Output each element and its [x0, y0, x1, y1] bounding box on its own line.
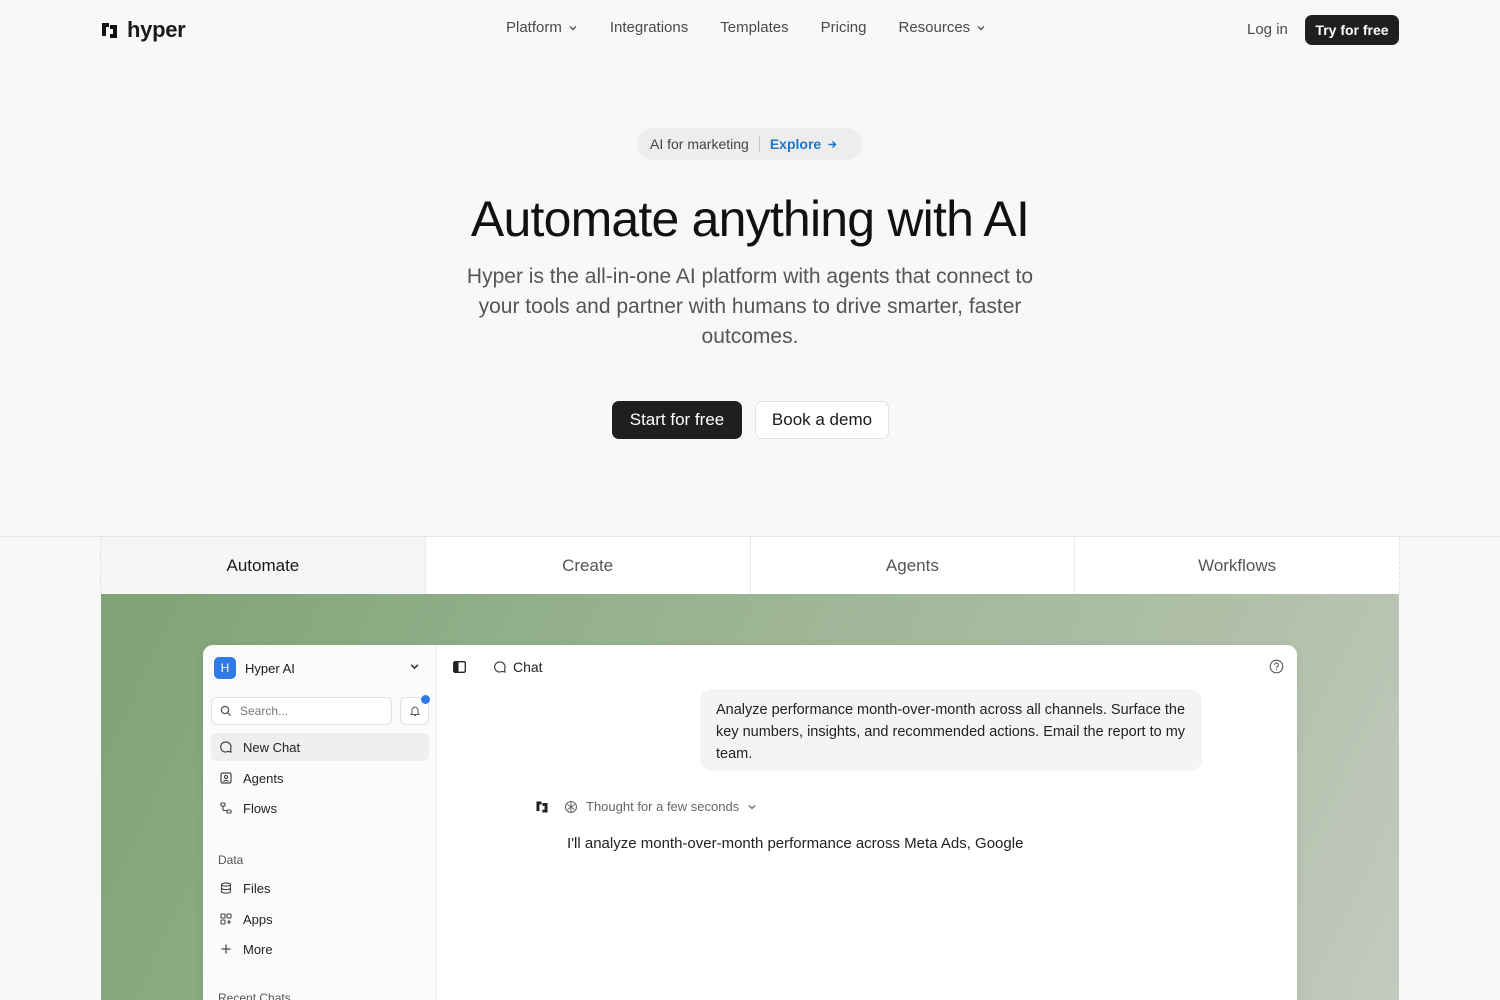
sidebar-item-apps[interactable]: Apps — [211, 905, 429, 933]
sidebar-item-agents[interactable]: Agents — [211, 764, 429, 792]
workspace-switcher[interactable]: H Hyper AI — [214, 657, 295, 679]
nav-pricing-label: Pricing — [820, 19, 867, 36]
brain-icon — [564, 800, 578, 813]
hero-title: Automate anything with AI — [470, 191, 1030, 247]
tab-workflows[interactable]: Workflows — [1075, 537, 1399, 594]
sidebar-item-label: Apps — [243, 911, 273, 927]
nav-integrations[interactable]: Integrations — [610, 19, 688, 36]
agent-icon — [220, 772, 232, 784]
search-input[interactable]: Search... — [240, 704, 288, 718]
thought-indicator[interactable]: Thought for a few seconds — [564, 799, 757, 814]
sidebar-item-more[interactable]: More — [211, 935, 429, 963]
tab-create[interactable]: Create — [425, 537, 751, 594]
sidebar-item-files[interactable]: Files — [211, 874, 429, 902]
tab-automate[interactable]: Automate — [101, 537, 426, 594]
chat-title-label: Chat — [513, 659, 543, 675]
product-showcase: H Hyper AI Search... New Chat Agents Flo… — [101, 594, 1399, 1000]
hyper-logo-icon — [536, 801, 548, 813]
announcement-pill[interactable]: AI for marketing Explore — [637, 128, 863, 160]
chevron-down-icon — [977, 25, 985, 30]
chat-toolbar: Chat — [437, 645, 1297, 689]
explore-label: Explore — [769, 136, 822, 152]
chat-icon — [220, 741, 232, 753]
hero-subtitle: Hyper is the all-in-one AI platform with… — [466, 265, 1034, 348]
sidebar-group-recent-chats: Recent Chats — [218, 991, 291, 1000]
brand-logo[interactable]: hyper — [100, 17, 186, 43]
nav-templates[interactable]: Templates — [720, 19, 788, 36]
chevron-down-icon — [748, 804, 756, 809]
nav-platform[interactable]: Platform — [506, 19, 578, 36]
sidebar-item-flows[interactable]: Flows — [211, 794, 429, 822]
explore-link[interactable]: Explore — [770, 136, 838, 152]
nav-pricing[interactable]: Pricing — [821, 19, 867, 36]
sidebar-item-label: Flows — [243, 800, 277, 816]
app-sidebar: H Hyper AI Search... New Chat Agents Flo… — [203, 645, 437, 1000]
workspace-avatar: H — [214, 657, 236, 679]
chat-icon — [494, 661, 506, 673]
sidebar-item-label: Agents — [243, 770, 284, 786]
nav-resources[interactable]: Resources — [898, 19, 986, 36]
main-nav: Platform Integrations Templates Pricing … — [506, 19, 986, 36]
pill-divider — [758, 136, 760, 152]
chat-title: Chat — [493, 659, 543, 675]
arrow-right-icon — [828, 140, 837, 148]
sidebar-item-new-chat[interactable]: New Chat — [211, 733, 429, 761]
search-icon — [220, 705, 232, 717]
apps-icon — [220, 913, 232, 925]
notification-badge — [420, 694, 431, 705]
sidebar-item-label: More — [243, 941, 273, 957]
hyper-logo-icon — [102, 22, 117, 38]
sidebar-search[interactable]: Search... — [211, 697, 392, 725]
book-demo-button[interactable]: Book a demo — [755, 401, 889, 439]
tab-agents[interactable]: Agents — [750, 537, 1076, 594]
help-icon[interactable] — [1269, 659, 1284, 674]
try-for-free-button[interactable]: Try for free — [1305, 15, 1399, 45]
pill-text: AI for marketing — [650, 136, 749, 152]
chevron-down-icon — [569, 25, 577, 30]
sidebar-toggle-icon[interactable] — [453, 661, 466, 673]
app-window: H Hyper AI Search... New Chat Agents Flo… — [203, 645, 1297, 1000]
feature-tabs: Automate Create Agents Workflows — [100, 537, 1400, 594]
sidebar-item-label: New Chat — [243, 739, 301, 755]
assistant-response: I'll analyze month-over-month performanc… — [567, 835, 1024, 852]
bell-icon — [409, 706, 420, 717]
nav-resources-label: Resources — [898, 19, 971, 36]
site-header: hyper Platform Integrations Templates Pr… — [0, 0, 1500, 60]
flow-icon — [220, 802, 232, 814]
nav-integrations-label: Integrations — [609, 19, 689, 36]
sidebar-group-data: Data — [218, 853, 244, 867]
nav-templates-label: Templates — [720, 19, 789, 36]
user-message: Analyze performance month-over-month acr… — [700, 689, 1202, 771]
thought-label: Thought for a few seconds — [586, 799, 740, 814]
start-for-free-button[interactable]: Start for free — [612, 401, 742, 439]
nav-platform-label: Platform — [506, 19, 562, 36]
sidebar-item-label: Files — [243, 880, 271, 896]
chevron-down-icon[interactable] — [409, 661, 420, 672]
database-icon — [220, 882, 232, 894]
plus-icon — [221, 944, 231, 954]
workspace-name: Hyper AI — [245, 660, 295, 676]
brand-name: hyper — [127, 17, 186, 42]
login-link[interactable]: Log in — [1247, 21, 1288, 38]
